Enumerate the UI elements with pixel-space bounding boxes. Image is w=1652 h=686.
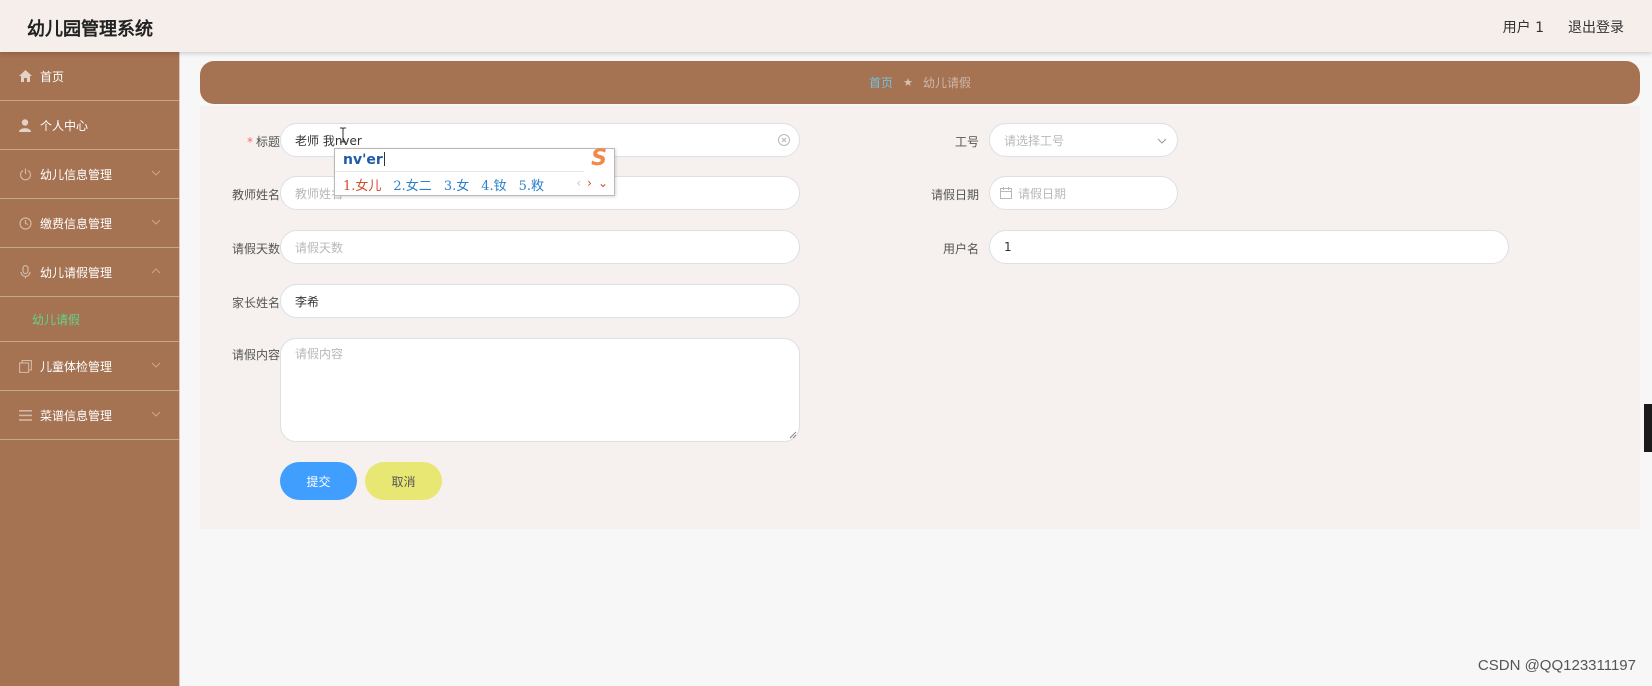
chevron-down-icon: [1157, 138, 1167, 144]
sidebar-item-label: 幼儿请假管理: [40, 265, 113, 280]
leave-date-label: 请假日期: [930, 188, 979, 202]
ime-candidate[interactable]: 1.女儿: [343, 175, 381, 194]
microphone-icon: [18, 265, 32, 279]
sidebar-item-label: 首页: [40, 69, 65, 84]
sidebar-item-recipe-info[interactable]: 菜谱信息管理: [0, 391, 179, 440]
cancel-button[interactable]: 取消: [365, 462, 442, 500]
username-label: 用户名: [942, 242, 979, 256]
chevron-down-icon: [151, 170, 161, 176]
leave-content-textarea[interactable]: 请假内容: [280, 338, 800, 442]
current-user[interactable]: 用户 1: [1503, 17, 1544, 37]
breadcrumb-home[interactable]: 首页: [869, 74, 893, 91]
side-handle[interactable]: [1644, 404, 1652, 452]
star-icon: ★: [903, 76, 913, 89]
chevron-up-icon: [151, 268, 161, 274]
sidebar-item-health-check[interactable]: 儿童体检管理: [0, 342, 179, 391]
ime-candidate[interactable]: 3.女: [444, 175, 469, 194]
leave-content-label: 请假内容: [231, 348, 280, 362]
breadcrumb-current: 幼儿请假: [922, 76, 971, 90]
ime-page-controls: ‹ › ⌄: [576, 176, 608, 190]
ime-candidates: 1.女儿 2.女二 3.女 4.钕 5.敉: [343, 175, 544, 194]
clock-icon: [18, 216, 32, 230]
power-icon: [18, 167, 32, 181]
menu-icon: [18, 408, 32, 422]
watermark: CSDN @QQ123311197: [1477, 657, 1636, 674]
sidebar-item-home[interactable]: 首页: [0, 52, 179, 101]
ime-candidate-popup: nv'er S 1.女儿 2.女二 3.女 4.钕 5.敉 ‹ › ⌄: [334, 146, 615, 196]
logout-link[interactable]: 退出登录: [1568, 17, 1624, 37]
leave-days-label: 请假天数: [231, 242, 280, 256]
text-cursor-icon: [340, 127, 346, 143]
resize-handle-icon[interactable]: [789, 431, 797, 439]
ime-expand-icon[interactable]: ⌄: [598, 176, 608, 190]
ime-candidate[interactable]: 5.敉: [519, 175, 544, 194]
chevron-down-icon: [151, 362, 161, 368]
sidebar-item-label: 儿童体检管理: [40, 359, 113, 374]
calendar-icon: [1000, 187, 1012, 199]
breadcrumb: 首页 ★ 幼儿请假: [200, 61, 1640, 104]
clear-icon[interactable]: [777, 133, 791, 147]
ime-candidate[interactable]: 2.女二: [393, 175, 431, 194]
app-title: 幼儿园管理系统: [27, 19, 153, 40]
ime-composition: nv'er: [343, 152, 385, 168]
parent-name-label: 家长姓名: [231, 296, 280, 310]
sidebar-item-personal-center[interactable]: 个人中心: [0, 101, 179, 150]
staff-no-select[interactable]: 请选择工号: [989, 123, 1178, 157]
required-mark: *: [246, 135, 253, 149]
sidebar-subitem-child-leave[interactable]: 幼儿请假: [0, 297, 179, 342]
sidebar-item-child-info[interactable]: 幼儿信息管理: [0, 150, 179, 199]
sidebar: 首页 个人中心 幼儿信息管理 缴费信息管理 幼儿请假管理 幼儿请假 儿童体检管理: [0, 52, 180, 686]
sidebar-item-label: 缴费信息管理: [40, 216, 113, 231]
staff-no-label: 工号: [954, 135, 979, 149]
sidebar-item-label: 菜谱信息管理: [40, 408, 113, 423]
copy-icon: [18, 359, 32, 373]
chevron-down-icon: [151, 219, 161, 225]
username-input[interactable]: 1: [989, 230, 1509, 264]
sidebar-item-label: 幼儿信息管理: [40, 167, 113, 182]
leave-date-picker[interactable]: 请假日期: [989, 176, 1178, 210]
sogou-logo-icon: S: [591, 146, 607, 171]
leave-days-input[interactable]: 请假天数: [280, 230, 800, 264]
chevron-down-icon: [151, 411, 161, 417]
ime-prev-icon[interactable]: ‹: [576, 176, 581, 190]
ime-next-icon[interactable]: ›: [587, 176, 592, 190]
top-bar: 幼儿园管理系统 用户 1 退出登录: [0, 0, 1652, 52]
submit-button[interactable]: 提交: [280, 462, 357, 500]
user-icon: [18, 118, 32, 132]
parent-name-input[interactable]: 李希: [280, 284, 800, 318]
title-label: * 标题: [246, 135, 280, 149]
teacher-name-label: 教师姓名: [231, 188, 280, 202]
sidebar-item-leave-management[interactable]: 幼儿请假管理: [0, 248, 179, 297]
ime-candidate[interactable]: 4.钕: [481, 175, 506, 194]
sidebar-item-payment-info[interactable]: 缴费信息管理: [0, 199, 179, 248]
sidebar-item-label: 个人中心: [40, 118, 89, 133]
home-icon: [18, 69, 32, 83]
